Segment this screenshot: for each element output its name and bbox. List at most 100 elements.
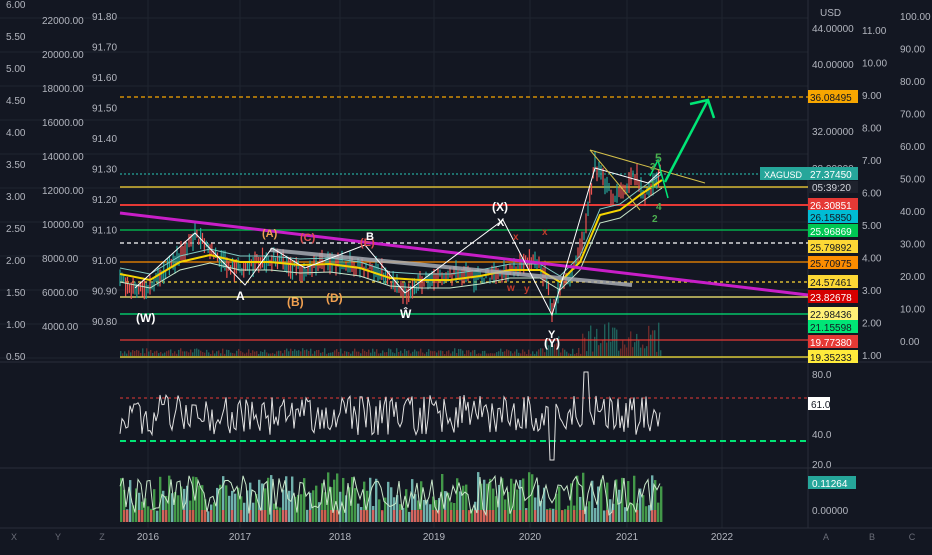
oscillator-neg-bar [492,510,495,522]
volume-bar [230,352,232,356]
oscillator-neg-bar [210,510,213,522]
volume-bar [660,350,662,356]
volume-bar [464,353,466,356]
volume-bar [404,349,406,356]
volume-bar [166,351,168,356]
oscillator-neg-bar [504,510,507,522]
oscillator-neg-bar [330,510,333,522]
volume-bar [394,353,396,356]
left-scale-1-tick: 4.00 [6,128,26,139]
oscillator-neg-bar [555,510,558,522]
oscillator-neg-bar [231,510,234,522]
right-scale-1-tick: 8.00 [862,124,882,135]
chart-svg[interactable]: (W)A(A)(B)(C)(D)(E)BŴ(X)X(Y)Yw yx x53142 8… [0,0,932,550]
volume-bar [478,353,480,356]
volume-bar [632,347,634,356]
oscillator-neg-bar [480,510,483,522]
oscillator-bar [306,509,309,522]
volume-bar [174,351,176,356]
left-scale-3-tick: 91.80 [92,12,117,23]
oscillator-bar [627,481,630,522]
oscillator-bar [315,485,318,522]
volume-bar [374,351,376,356]
volume-bar [124,351,126,356]
oscillator-neg-bar [258,510,261,522]
volume-bar [196,348,198,356]
oscillator-bar [357,503,360,522]
right-scale-2-tick: 50.00 [900,175,925,186]
right-scale-1-tick: 7.00 [862,156,882,167]
oscillator-neg-bar [261,510,264,522]
volume-bar [454,348,456,356]
oscillator-bar [588,501,591,522]
oscillator-neg-bar [582,510,585,522]
axis-letter-X: X [11,532,17,542]
volume-bar [364,350,366,356]
wave-label-A: A [236,289,245,303]
volume-bar [630,331,632,356]
volume-bar [492,353,494,356]
oscillator-bar [375,478,378,522]
wave-label-2: 2 [652,214,658,225]
chart-canvas[interactable]: (W) A (A) (B) (C) (D) (E) B Ŵ (X) X (Y) Yw y x x 5 3 1 4 2 8… [0,0,932,550]
volume-bar [292,351,294,356]
oscillator-neg-bar [285,510,288,522]
right-scale-2-tick: 20.00 [900,272,925,283]
volume-bar [326,353,328,356]
oscillator-bar [510,478,513,522]
volume-bar [596,328,598,356]
volume-bar [640,347,642,356]
left-scale-3-tick: 91.40 [92,134,117,145]
volume-bar [522,349,524,356]
volume-bar [532,351,534,356]
left-scale-1-tick: 2.50 [6,224,26,235]
volume-bar [382,350,384,356]
volume-bar [504,351,506,356]
oscillator-bar [429,504,432,522]
right-scale-1-tick: 5.00 [862,221,882,232]
axis-letter-C: C [909,532,916,542]
volume-bar [650,334,652,356]
right-scale-1-tick: 3.00 [862,286,882,297]
price-axis-tick: 44.00000 [812,24,854,35]
oscillator-neg-bar [567,510,570,522]
price-axis-tick: 40.00000 [812,60,854,71]
volume-bar [648,325,650,356]
right-scale-1-tick: 6.00 [862,189,882,200]
volume-bar [274,353,276,356]
volume-bar [120,351,122,356]
volume-bar [316,350,318,356]
left-scale-3-tick: 91.70 [92,43,117,54]
right-scale-2-tick: 10.00 [900,305,925,316]
oscillator-neg-bar [462,510,465,522]
volume-bar [340,348,342,356]
volume-bar [282,353,284,356]
volume-bar [298,350,300,356]
oscillator-neg-bar [126,510,129,522]
volume-bar [436,352,438,356]
volume-bar [646,346,648,356]
left-scale-1-tick: 1.50 [6,288,26,299]
volume-bar [460,348,462,356]
wave-label-x-small-2: x [542,227,548,238]
volume-bar [300,351,302,356]
oscillator-bar [522,478,525,522]
price-tag-label: 25.79892 [810,243,852,254]
oscillator-bar [228,495,231,522]
oscillator-bar [213,502,216,522]
volume-bar [434,351,436,356]
volume-bar [656,351,658,356]
volume-bar [402,353,404,356]
oscillator-bar [633,475,636,522]
volume-bar [462,350,464,356]
left-scale-2-tick: 18000.00 [42,84,84,95]
left-scale-3-tick: 91.00 [92,256,117,267]
volume-bar [500,348,502,356]
volume-bar [452,351,454,356]
volume-bar [396,348,398,356]
volume-bar [248,349,250,356]
volume-bar [232,352,234,356]
volume-bar [384,352,386,356]
oscillator-neg-bar [525,510,528,522]
volume-bar [224,353,226,356]
